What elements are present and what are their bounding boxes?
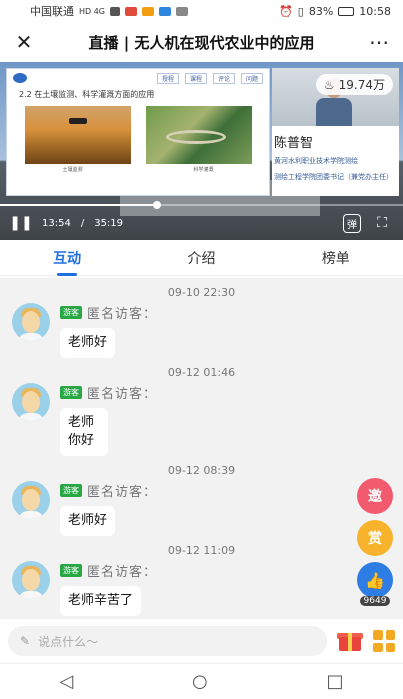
slide-caption: 土壤监测 bbox=[62, 167, 83, 173]
river-shape bbox=[165, 130, 226, 144]
danmu-toggle-button[interactable]: 弹 bbox=[343, 213, 361, 233]
tab-interaction[interactable]: 互动 bbox=[0, 248, 134, 276]
message-bubble: 老师好 bbox=[60, 506, 116, 536]
time-separator: / bbox=[80, 217, 85, 229]
drone-icon bbox=[68, 118, 87, 124]
sender-name: 匿名访客： bbox=[87, 307, 158, 322]
pause-icon[interactable]: ❚❚ bbox=[9, 212, 32, 234]
comment-input[interactable]: ✎ 说点什么～ bbox=[8, 626, 327, 656]
invite-button[interactable]: 邀 bbox=[357, 478, 393, 514]
sender-name: 匿名访客： bbox=[87, 565, 158, 580]
guest-badge: 游客 bbox=[60, 564, 82, 577]
slide-tab: 评论 bbox=[212, 72, 235, 84]
guest-badge: 游客 bbox=[60, 306, 82, 319]
back-icon[interactable]: ◁ bbox=[59, 671, 73, 692]
chat-message: 游客 匿名访客： 老师你好 bbox=[0, 379, 403, 456]
wifi-icon bbox=[110, 6, 121, 16]
more-icon[interactable]: ⋯ bbox=[367, 30, 391, 54]
slide-top-strip: 授程 课程 评论 问题 bbox=[7, 69, 269, 87]
presenter-desc-line: 测绘工程学院团委书记（兼党办主任） bbox=[274, 173, 393, 181]
slide-caption: 科学灌溉 bbox=[193, 167, 214, 173]
slide-captions: 土壤监测 科学灌溉 bbox=[7, 164, 269, 173]
like-button[interactable]: 👍 bbox=[357, 562, 393, 598]
comment-placeholder: 说点什么～ bbox=[38, 634, 99, 649]
carrier-label: 中国联通 bbox=[30, 5, 74, 18]
slide-tab: 问题 bbox=[240, 72, 263, 84]
slide-tab: 课程 bbox=[184, 72, 207, 84]
slide-tab: 授程 bbox=[156, 72, 179, 84]
slide-logo-icon bbox=[13, 73, 27, 83]
apps-grid-icon[interactable] bbox=[373, 630, 395, 652]
app-notification-icon bbox=[159, 6, 172, 16]
message-bubble: 老师辛苦了 bbox=[60, 586, 142, 616]
network-indicator: HD 4G bbox=[79, 6, 106, 16]
tab-introduction[interactable]: 介绍 bbox=[134, 248, 268, 268]
avatar[interactable] bbox=[12, 561, 50, 599]
message-bubble: 老师好 bbox=[60, 328, 116, 358]
alarm-icon: ⏰ bbox=[279, 4, 293, 18]
sender-name: 匿名访客： bbox=[87, 387, 158, 402]
guest-badge: 游客 bbox=[60, 386, 82, 399]
current-time: 13:54 bbox=[42, 217, 71, 229]
battery-label: 83% bbox=[308, 4, 334, 18]
comment-bar: ✎ 说点什么～ bbox=[0, 619, 403, 663]
thumbs-up-icon: 👍 bbox=[365, 570, 385, 590]
avatar[interactable] bbox=[12, 303, 50, 341]
tab-ranking[interactable]: 榜单 bbox=[269, 248, 403, 268]
chat-message: 游客 匿名访客： 老师辛苦了 bbox=[0, 557, 403, 616]
chat-message: 游客 匿名访客： 老师好 bbox=[0, 299, 403, 358]
battery-icon bbox=[338, 6, 355, 16]
reward-button[interactable]: 赏 bbox=[357, 520, 393, 556]
pencil-icon: ✎ bbox=[20, 634, 31, 648]
clock-label: 10:58 bbox=[359, 4, 391, 18]
presenter-desc-line: 黄河水利职业技术学院测绘 bbox=[274, 157, 358, 165]
slide-pictures bbox=[7, 102, 269, 164]
chat-list[interactable]: 09-10 22:30 游客 匿名访客： 老师好 09-12 01:46 游客 … bbox=[0, 278, 403, 619]
avatar[interactable] bbox=[12, 383, 50, 421]
gift-icon[interactable] bbox=[337, 629, 363, 653]
page-title: 直播 | 无人机在现代农业中的应用 bbox=[88, 33, 315, 52]
avatar[interactable] bbox=[12, 481, 50, 519]
fire-icon: ♨ bbox=[323, 77, 335, 92]
presentation-slide: 授程 课程 评论 问题 2.2 在土壤监测、科学灌溉方面的应用 土壤监测 科学灌… bbox=[6, 68, 270, 196]
recents-icon[interactable]: □ bbox=[327, 671, 344, 692]
total-time: 35:19 bbox=[94, 217, 124, 229]
like-count: 9649 bbox=[359, 596, 391, 606]
fullscreen-icon[interactable]: ⛶ bbox=[371, 212, 393, 234]
system-nav-bar: ◁ ○ □ bbox=[0, 663, 403, 699]
video-controls: ❚❚ 13:54 / 35:19 弹 ⛶ bbox=[0, 206, 403, 240]
video-player[interactable]: 授程 课程 评论 问题 2.2 在土壤监测、科学灌溉方面的应用 土壤监测 科学灌… bbox=[0, 62, 403, 240]
sender-name: 匿名访客： bbox=[87, 485, 158, 500]
app-notification-icon bbox=[176, 6, 189, 16]
slide-heading: 2.2 在土壤监测、科学灌溉方面的应用 bbox=[19, 90, 155, 99]
title-bar: ✕ 直播 | 无人机在现代农业中的应用 ⋯ bbox=[0, 22, 403, 62]
message-time: 09-12 08:39 bbox=[167, 464, 236, 477]
app-notification-icon bbox=[142, 6, 155, 16]
presenter-panel: ♨ 19.74万 陈普智 黄河水利职业技术学院测绘 测绘工程学院团委书记（兼党办… bbox=[272, 68, 399, 196]
floating-actions: 邀 赏 👍 9649 bbox=[357, 478, 393, 606]
viewer-count-badge: ♨ 19.74万 bbox=[315, 74, 393, 95]
irrigation-photo bbox=[145, 106, 252, 164]
message-time: 09-12 11:09 bbox=[167, 544, 236, 557]
message-time: 09-12 01:46 bbox=[167, 366, 236, 379]
viewer-count: 19.74万 bbox=[338, 78, 385, 92]
drone-field-photo bbox=[24, 106, 131, 164]
tab-bar: 互动 介绍 榜单 bbox=[0, 240, 403, 276]
app-notification-icon bbox=[125, 6, 138, 16]
status-bar: 中国联通 HD 4G ⏰ ▯ 83% 10:58 bbox=[0, 0, 403, 22]
close-icon[interactable]: ✕ bbox=[12, 30, 36, 54]
home-icon[interactable]: ○ bbox=[192, 671, 208, 692]
message-time: 09-10 22:30 bbox=[167, 286, 236, 299]
presenter-camera: ♨ 19.74万 bbox=[272, 68, 399, 126]
message-bubble: 老师你好 bbox=[60, 408, 108, 456]
vibrate-icon: ▯ bbox=[297, 4, 304, 18]
chat-message: 游客 匿名访客： 老师好 bbox=[0, 477, 403, 536]
guest-badge: 游客 bbox=[60, 484, 82, 497]
presenter-name: 陈普智 bbox=[274, 136, 314, 151]
slide-tabs: 授程 课程 评论 问题 bbox=[156, 72, 263, 84]
